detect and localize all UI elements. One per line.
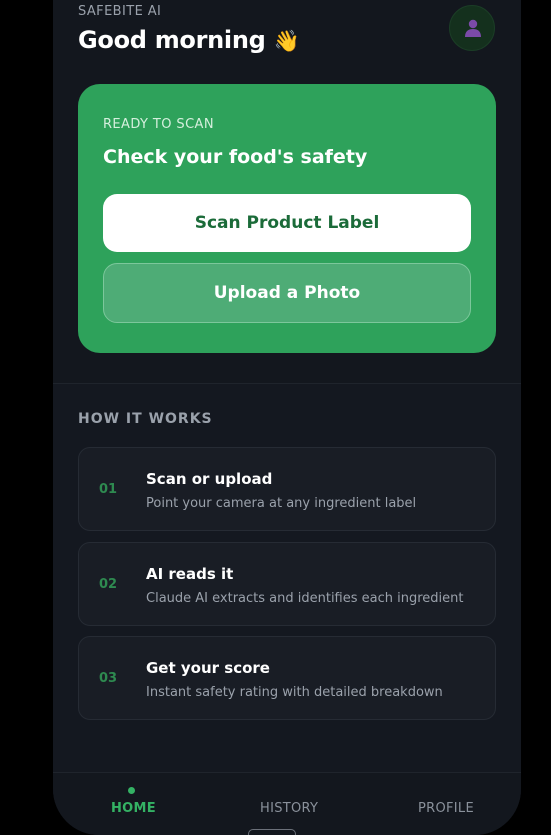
greeting-text: Good morning: [78, 26, 266, 54]
how-it-works-heading: HOW IT WORKS: [78, 411, 213, 427]
scan-card-title: Check your food's safety: [103, 146, 368, 168]
upload-photo-button[interactable]: Upload a Photo: [103, 263, 471, 323]
nav-item-profile[interactable]: PROFILE: [418, 801, 474, 816]
hero-section: SAFEBITE AI Good morning 👋 READY TO SCAN …: [53, 0, 521, 384]
step-number: 03: [99, 671, 118, 686]
app-screen: SAFEBITE AI Good morning 👋 READY TO SCAN …: [53, 0, 521, 835]
step-title: Scan or upload: [146, 470, 273, 488]
user-icon: [465, 19, 481, 37]
step-number: 02: [99, 577, 118, 592]
nav-item-history[interactable]: HISTORY: [260, 801, 318, 816]
step-description: Point your camera at any ingredient labe…: [146, 496, 417, 511]
step-card: 02 AI reads it Claude AI extracts and id…: [78, 542, 496, 626]
step-title: Get your score: [146, 659, 270, 677]
wave-emoji: 👋: [273, 29, 300, 53]
step-card: 01 Scan or upload Point your camera at a…: [78, 447, 496, 531]
step-number: 01: [99, 482, 118, 497]
nav-item-home[interactable]: HOME: [111, 801, 156, 816]
bottom-nav: HOME HISTORY PROFILE: [53, 772, 521, 835]
avatar[interactable]: [449, 5, 495, 51]
app-name: SAFEBITE AI: [78, 4, 162, 19]
active-indicator-dot: [128, 787, 135, 794]
step-description: Instant safety rating with detailed brea…: [146, 685, 443, 700]
greeting-heading: Good morning 👋: [78, 26, 300, 54]
scan-product-label-button[interactable]: Scan Product Label: [103, 194, 471, 252]
step-card: 03 Get your score Instant safety rating …: [78, 636, 496, 720]
scan-card: READY TO SCAN Check your food's safety S…: [78, 84, 496, 353]
step-title: AI reads it: [146, 565, 234, 583]
home-indicator[interactable]: [248, 829, 296, 835]
scan-card-eyebrow: READY TO SCAN: [103, 117, 214, 132]
step-description: Claude AI extracts and identifies each i…: [146, 591, 464, 606]
